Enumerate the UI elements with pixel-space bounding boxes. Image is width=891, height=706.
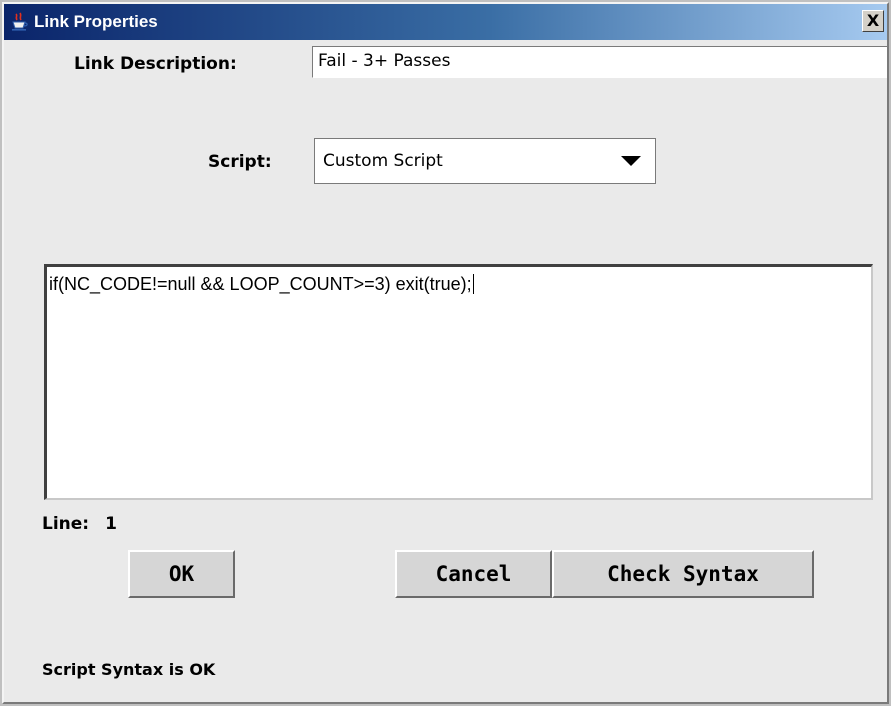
check-syntax-button[interactable]: Check Syntax: [552, 550, 814, 598]
status-message: Script Syntax is OK: [42, 660, 216, 679]
line-indicator: Line: 1: [42, 514, 117, 534]
script-editor[interactable]: if(NC_CODE!=null && LOOP_COUNT>=3) exit(…: [44, 264, 873, 500]
title-bar[interactable]: Link Properties X: [4, 4, 887, 40]
link-description-label: Link Description:: [74, 54, 237, 74]
script-label: Script:: [208, 152, 272, 172]
cancel-button[interactable]: Cancel: [395, 550, 552, 598]
line-number: 1: [105, 514, 117, 534]
link-properties-dialog: Link Properties X Link Description: Fail…: [2, 2, 889, 704]
window-title: Link Properties: [34, 12, 158, 31]
script-editor-text: if(NC_CODE!=null && LOOP_COUNT>=3) exit(…: [49, 274, 472, 294]
script-dropdown-value: Custom Script: [323, 151, 443, 171]
script-dropdown[interactable]: Custom Script: [314, 138, 656, 184]
java-cup-icon: [12, 12, 28, 31]
close-button[interactable]: X: [862, 10, 884, 32]
text-caret: [472, 274, 474, 294]
line-label: Line:: [42, 514, 90, 534]
link-description-input[interactable]: Fail - 3+ Passes: [312, 46, 887, 78]
chevron-down-icon[interactable]: [621, 156, 641, 166]
ok-button[interactable]: OK: [128, 550, 235, 598]
